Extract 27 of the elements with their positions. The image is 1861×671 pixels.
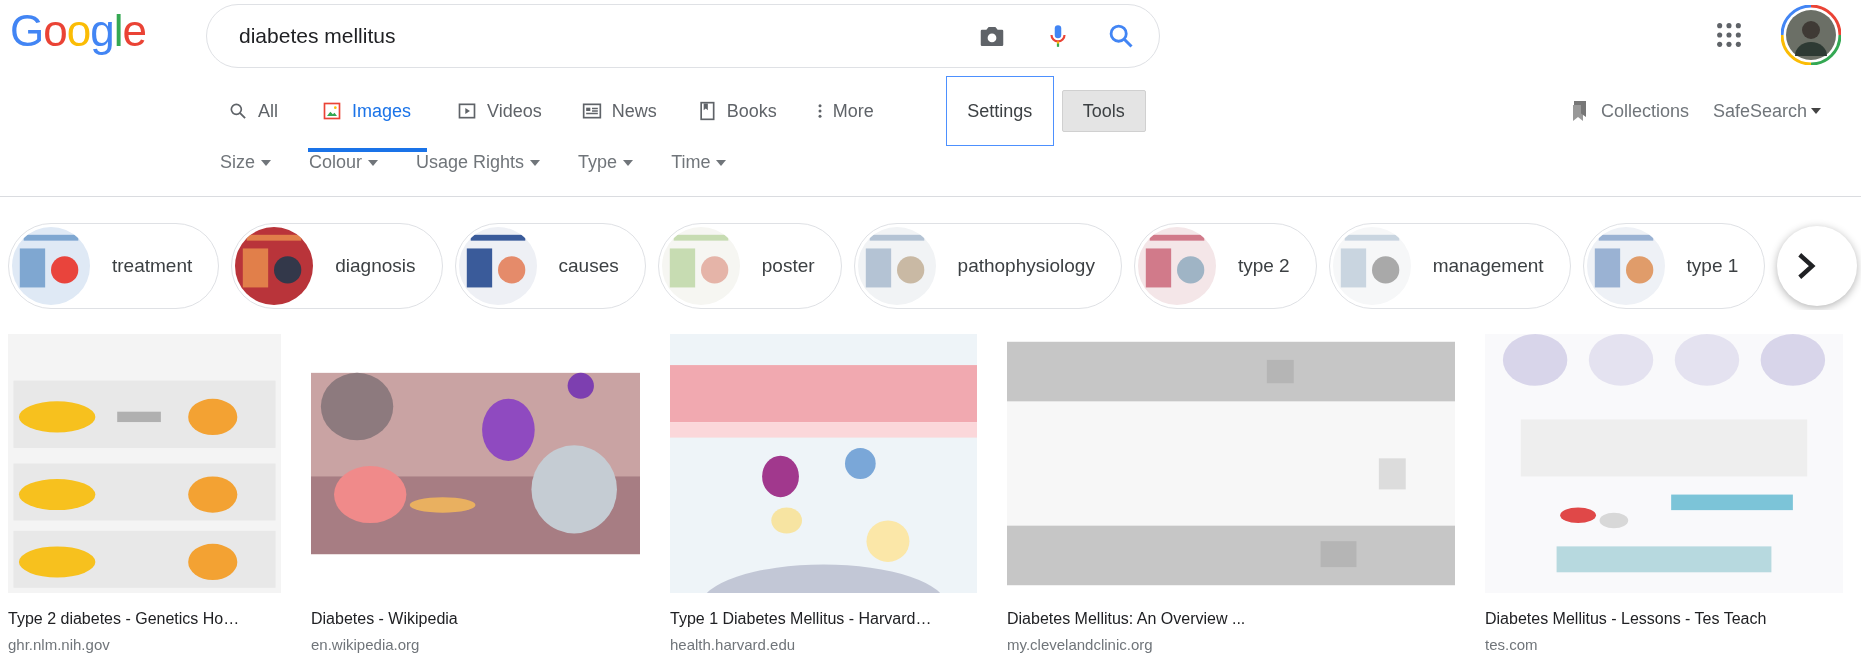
tools-button[interactable]: Tools <box>1061 90 1146 132</box>
nav-tab[interactable]: More <box>806 70 884 152</box>
result-title[interactable]: Type 2 diabetes - Genetics Ho… <box>8 610 281 628</box>
filter-dropdown[interactable]: Usage Rights <box>416 152 541 173</box>
result-source: tes.com <box>1485 636 1539 653</box>
result-source: en.wikipedia.org <box>311 636 421 653</box>
safesearch-dropdown[interactable]: SafeSearch <box>1712 100 1821 122</box>
collections-link[interactable]: Collections <box>1600 100 1689 122</box>
filter-dropdown[interactable]: Time <box>671 152 727 173</box>
result-source: health.harvard.edu <box>670 636 797 653</box>
result-title[interactable]: Diabetes Mellitus: An Overview ... <box>1007 610 1455 628</box>
result-source: ghr.nlm.nih.gov <box>8 636 111 653</box>
filter-dropdown[interactable]: Type <box>578 152 634 173</box>
filter-dropdown[interactable]: Colour <box>309 152 379 173</box>
google-logo[interactable]: Google <box>10 6 160 56</box>
nav-tab[interactable]: All <box>218 70 288 152</box>
result-source: my.clevelandclinic.org <box>1007 636 1154 653</box>
nav-tab[interactable]: News <box>571 70 667 152</box>
filter-dropdown[interactable]: Size <box>220 152 271 173</box>
result-title[interactable]: Diabetes Mellitus - Lessons - Tes Teach <box>1485 610 1843 628</box>
nav-tab[interactable]: Books <box>686 70 787 152</box>
nav-tab[interactable]: Images <box>308 70 428 152</box>
search-field[interactable]: diabetes mellitus <box>239 24 977 48</box>
result-title[interactable]: Diabetes - Wikipedia <box>311 610 640 628</box>
nav-tab[interactable]: Videos <box>447 70 552 152</box>
settings-button[interactable]: Settings <box>945 76 1054 146</box>
result-title[interactable]: Type 1 Diabetes Mellitus - Harvard… <box>670 610 977 628</box>
